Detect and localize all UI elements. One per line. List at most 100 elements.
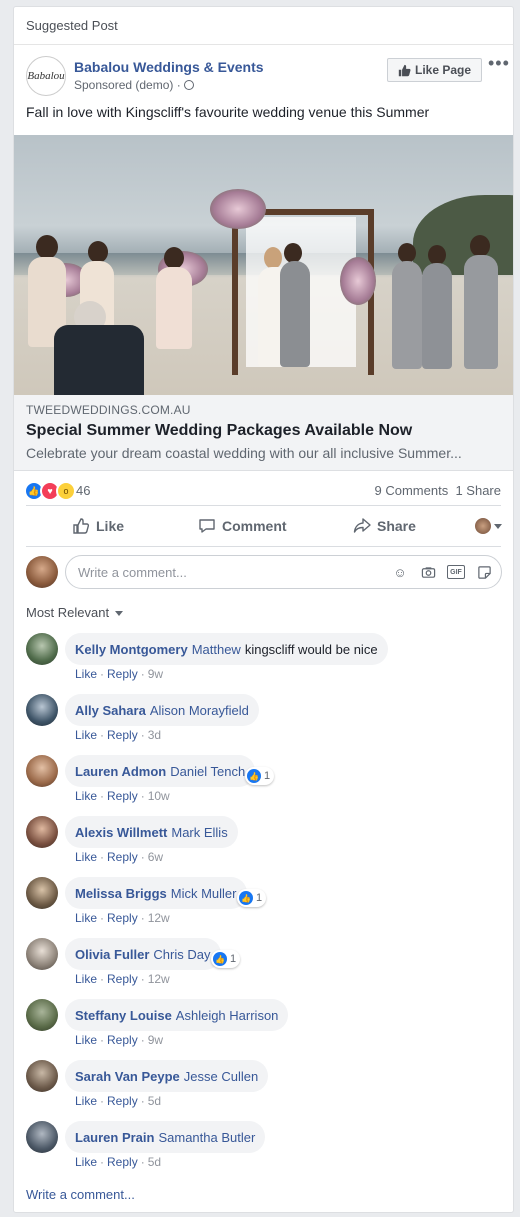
comment-reply-link[interactable]: Reply [107,667,138,681]
comment-meta: Like · Reply · 6w [75,850,164,864]
comment-like-count[interactable]: 👍 1 [237,889,267,907]
camera-icon[interactable] [419,563,437,581]
wow-reaction-icon: o [56,481,76,501]
commenter-avatar[interactable] [26,877,58,909]
comment-item: Alexis Willmett Mark Ellis Like · Reply · 6w [14,816,513,877]
commenter-name[interactable]: Alexis Willmett [75,825,167,840]
like-page-button[interactable]: Like Page [387,58,482,82]
tagged-friend[interactable]: Chris Day [153,947,210,962]
tagged-friend[interactable]: Matthew [192,642,241,657]
like-reaction-icon: 👍 [213,952,227,966]
emoji-icon[interactable]: ☺ [391,563,409,581]
like-button[interactable]: Like [72,506,124,546]
tagged-friend[interactable]: Samantha Butler [158,1130,255,1145]
tagged-friend[interactable]: Daniel Tench [170,764,245,779]
comment-reply-link[interactable]: Reply [107,1094,138,1108]
comment-placeholder: Write a comment... [78,565,187,580]
comment-timestamp[interactable]: 10w [148,789,170,803]
thumbs-up-icon [73,518,90,534]
gif-icon[interactable]: GIF [447,565,465,579]
shares-count-link[interactable]: 1 Share [455,483,501,498]
comment-reply-link[interactable]: Reply [107,850,138,864]
comment-reply-link[interactable]: Reply [107,911,138,925]
comment-like-link[interactable]: Like [75,1094,97,1108]
comment-sort-dropdown[interactable]: Most Relevant [14,593,513,633]
tagged-friend[interactable]: Mark Ellis [171,825,227,840]
like-reaction-icon: 👍 [239,891,253,905]
suggested-post-card: Suggested Post Babalou Babalou Weddings … [13,6,514,1213]
comment-timestamp[interactable]: 9w [148,667,163,681]
comment-like-link[interactable]: Like [75,911,97,925]
commenter-name[interactable]: Lauren Prain [75,1130,154,1145]
commenter-name[interactable]: Lauren Admon [75,764,166,779]
commenter-avatar[interactable] [26,1060,58,1092]
link-title[interactable]: Special Summer Wedding Packages Availabl… [26,422,501,440]
reaction-count[interactable]: 46 [76,483,90,498]
comment-like-link[interactable]: Like [75,667,97,681]
tagged-friend[interactable]: Jesse Cullen [184,1069,258,1084]
comment-timestamp[interactable]: 12w [148,911,170,925]
comment-reply-link[interactable]: Reply [107,972,138,986]
comment-like-link[interactable]: Like [75,1033,97,1047]
commenter-avatar[interactable] [26,816,58,848]
commenter-name[interactable]: Steffany Louise [75,1008,172,1023]
commenter-name[interactable]: Sarah Van Peype [75,1069,180,1084]
comment-timestamp[interactable]: 12w [148,972,170,986]
comment-meta: Like · Reply · 5d [75,1155,162,1169]
commenter-name[interactable]: Kelly Montgomery [75,642,188,657]
page-logo[interactable]: Babalou [26,56,66,96]
commenter-avatar[interactable] [26,755,58,787]
comment-like-link[interactable]: Like [75,1155,97,1169]
commenter-name[interactable]: Ally Sahara [75,703,146,718]
comment-timestamp[interactable]: 9w [148,1033,163,1047]
comment-like-count[interactable]: 👍 1 [245,767,275,785]
comments-shares-count: 9 Comments 1 Share [375,483,501,498]
comment-meta: Like · Reply · 3d [75,728,162,742]
comment-timestamp[interactable]: 3d [148,728,161,742]
post-actions: Like Comment Share [26,506,502,547]
comment-reply-link[interactable]: Reply [107,789,138,803]
more-options-icon[interactable]: ••• [488,53,510,74]
share-button[interactable]: Share [353,506,416,546]
link-description: Celebrate your dream coastal wedding wit… [26,445,462,461]
comment-reply-link[interactable]: Reply [107,728,138,742]
commenter-avatar[interactable] [26,633,58,665]
comment-bubble: Alexis Willmett Mark Ellis [65,816,238,848]
write-comment-link[interactable]: Write a comment... [26,1187,135,1202]
link-preview[interactable]: TWEEDWEDDINGS.COM.AU Special Summer Wedd… [14,395,513,471]
wedding-photo[interactable] [14,135,513,395]
comments-list: Kelly Montgomery Matthew kingscliff woul… [14,633,513,1182]
link-domain: TWEEDWEDDINGS.COM.AU [26,403,191,417]
tagged-friend[interactable]: Ashleigh Harrison [176,1008,279,1023]
reaction-icons[interactable]: 👍 ♥ o [24,481,76,501]
commenter-name[interactable]: Olivia Fuller [75,947,149,962]
comment-timestamp[interactable]: 5d [148,1094,161,1108]
comment-bubble: Melissa Briggs Mick Muller [65,877,247,909]
commenter-avatar[interactable] [26,999,58,1031]
commenter-avatar[interactable] [26,1121,58,1153]
comment-bubble: Lauren Admon Daniel Tench [65,755,256,787]
commenter-name[interactable]: Melissa Briggs [75,886,167,901]
comment-button[interactable]: Comment [198,506,287,546]
comment-like-link[interactable]: Like [75,728,97,742]
sticker-icon[interactable] [475,563,493,581]
comment-like-link[interactable]: Like [75,972,97,986]
comment-reply-link[interactable]: Reply [107,1033,138,1047]
reactions-summary: 👍 ♥ o 46 9 Comments 1 Share [24,471,501,506]
tagged-friend[interactable]: Mick Muller [171,886,237,901]
comment-reply-link[interactable]: Reply [107,1155,138,1169]
comment-like-link[interactable]: Like [75,789,97,803]
commenter-avatar[interactable] [26,938,58,970]
comment-like-count[interactable]: 👍 1 [211,950,241,968]
comment-input[interactable]: Write a comment... ☺ GIF [65,555,502,589]
page-name-link[interactable]: Babalou Weddings & Events [74,59,264,75]
comment-timestamp[interactable]: 5d [148,1155,161,1169]
comment-meta: Like · Reply · 5d [75,1094,162,1108]
commenter-avatar[interactable] [26,694,58,726]
comments-count-link[interactable]: 9 Comments [375,483,449,498]
tagged-friend[interactable]: Alison Morayfield [150,703,249,718]
reaction-selector[interactable] [475,518,502,534]
composer-icons: ☺ GIF [391,563,493,581]
comment-timestamp[interactable]: 6w [148,850,163,864]
comment-like-link[interactable]: Like [75,850,97,864]
